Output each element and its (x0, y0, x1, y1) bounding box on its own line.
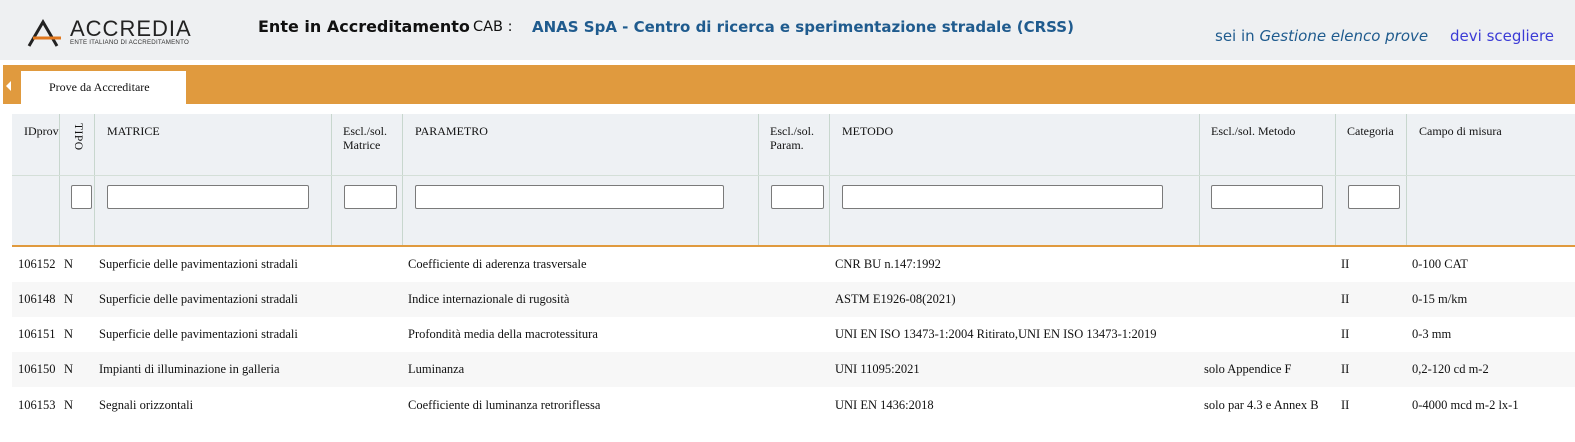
cell-categoria: II (1341, 292, 1350, 306)
table-row[interactable]: 106150 N Impianti di illuminazione in ga… (12, 352, 1575, 387)
ente-title: Ente in Accreditamento (258, 17, 470, 36)
cell-matrice: Superficie delle pavimentazioni stradali (99, 292, 298, 306)
cell-id: 106148 (18, 292, 56, 306)
cell-matrice: Superficie delle pavimentazioni stradali (99, 257, 298, 271)
filter-escl-param-input[interactable] (771, 185, 824, 209)
filter-escl-metodo-input[interactable] (1211, 185, 1323, 209)
cell-escl-metodo: solo Appendice F (1204, 362, 1292, 376)
col-header-parametro[interactable]: PARAMETRO (415, 124, 488, 138)
filter-parametro-input[interactable] (415, 185, 724, 209)
cell-escl-metodo: solo par 4.3 e Annex B (1204, 398, 1319, 412)
cell-id: 106151 (18, 327, 56, 341)
filter-metodo-input[interactable] (842, 185, 1163, 209)
col-header-idprova[interactable]: IDprova (24, 124, 59, 138)
col-header-categoria[interactable]: Categoria (1347, 124, 1394, 138)
filter-categoria-input[interactable] (1348, 185, 1400, 209)
col-header-campo-di-misura[interactable]: Campo di misura (1419, 124, 1502, 138)
cell-campo: 0-3 mm (1412, 327, 1452, 341)
accredia-logo[interactable]: ACCREDIA ENTE ITALIANO DI ACCREDITAMENTO (27, 16, 217, 48)
cell-matrice: Impianti di illuminazione in galleria (99, 362, 280, 376)
cab-value: ANAS SpA - Centro di ricerca e speriment… (532, 18, 1074, 36)
col-header-escl-param-line2: Param. (770, 138, 804, 152)
filter-tipo-input[interactable] (71, 185, 92, 209)
col-header-matrice[interactable]: MATRICE (107, 124, 160, 138)
accredia-logo-icon (27, 19, 61, 47)
cell-tipo: N (64, 257, 74, 271)
cell-tipo: N (64, 292, 74, 306)
cell-matrice: Superficie delle pavimentazioni stradali (99, 327, 298, 341)
cell-parametro: Luminanza (408, 362, 465, 376)
table-row[interactable]: 106148 N Superficie delle pavimentazioni… (12, 282, 1575, 317)
filter-matrice-input[interactable] (107, 185, 309, 209)
cell-categoria: II (1341, 327, 1350, 341)
col-header-tipo[interactable]: TIPO (71, 123, 85, 151)
cell-categoria: II (1341, 257, 1350, 271)
cell-categoria: II (1341, 398, 1350, 412)
cell-tipo: N (64, 327, 74, 341)
col-header-escl-metodo[interactable]: Escl./sol. Metodo (1211, 124, 1295, 138)
col-header-metodo[interactable]: METODO (842, 124, 893, 138)
cell-metodo: ASTM E1926-08(2021) (835, 292, 956, 306)
location-page: Gestione elenco prove (1259, 27, 1429, 45)
cell-campo: 0-15 m/km (1412, 292, 1468, 306)
location-breadcrumb: sei in Gestione elenco prove (1215, 27, 1428, 45)
col-header-escl-param-line1: Escl./sol. (770, 124, 814, 138)
logo-subtext: ENTE ITALIANO DI ACCREDITAMENTO (70, 39, 189, 46)
filter-escl-matrice-input[interactable] (344, 185, 397, 209)
cell-tipo: N (64, 398, 74, 412)
cell-parametro: Coefficiente di luminanza retroriflessa (408, 398, 601, 412)
cell-campo: 0-100 CAT (1412, 257, 1468, 271)
col-header-escl-param[interactable]: Escl./sol. Param. (770, 124, 814, 152)
cell-tipo: N (64, 362, 74, 376)
collapse-arrow-icon[interactable] (6, 81, 11, 91)
cell-matrice: Segnali orizzontali (99, 398, 194, 412)
tab-bar: Prove da Accreditare (3, 65, 1575, 104)
header-filter-separator (12, 175, 1575, 176)
cell-parametro: Profondità media della macrotessitura (408, 327, 598, 341)
table-row[interactable]: 106151 N Superficie delle pavimentazioni… (12, 317, 1575, 352)
cell-parametro: Coefficiente di aderenza trasversale (408, 257, 587, 271)
cell-metodo: UNI EN ISO 13473-1:2004 Ritirato,UNI EN … (835, 327, 1157, 341)
devi-scegliere-link[interactable]: devi scegliere (1450, 27, 1554, 45)
col-header-escl-matrice[interactable]: Escl./sol. Matrice (343, 124, 387, 152)
cell-categoria: II (1341, 362, 1350, 376)
location-prefix: sei in (1215, 27, 1255, 45)
cell-metodo: UNI 11095:2021 (835, 362, 920, 376)
cab-label: CAB : (473, 19, 513, 35)
cell-id: 106150 (18, 362, 56, 376)
cell-id: 106152 (18, 257, 56, 271)
cell-metodo: UNI EN 1436:2018 (835, 398, 934, 412)
table-row[interactable]: 106152 N Superficie delle pavimentazioni… (12, 247, 1575, 282)
cell-parametro: Indice internazionale di rugosità (408, 292, 570, 306)
top-header: ACCREDIA ENTE ITALIANO DI ACCREDITAMENTO… (0, 0, 1575, 60)
col-header-escl-matrice-line1: Escl./sol. (343, 124, 387, 138)
cell-metodo: CNR BU n.147:1992 (835, 257, 941, 271)
cell-campo: 0-4000 mcd m-2 lx-1 (1412, 398, 1519, 412)
table-row[interactable]: 106153 N Segnali orizzontali Coefficient… (12, 388, 1575, 423)
cell-campo: 0,2-120 cd m-2 (1412, 362, 1489, 376)
cell-id: 106153 (18, 398, 56, 412)
col-header-escl-matrice-line2: Matrice (343, 138, 381, 152)
tab-prove-da-accreditare[interactable]: Prove da Accreditare (21, 71, 186, 104)
